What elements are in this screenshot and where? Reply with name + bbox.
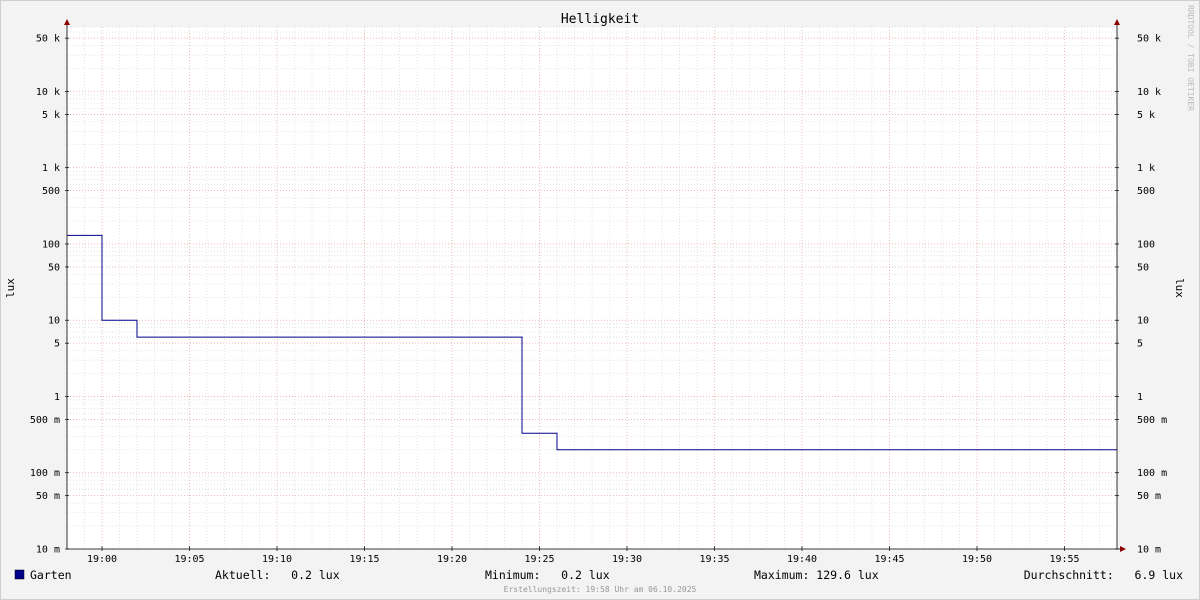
x-tick-label: 19:40	[787, 554, 817, 565]
chart: 19:00 19:05 19:10 19:15 19:20 19:25 19:30 19:35…	[4, 5, 1195, 594]
y-tick-label-left: 1 k	[42, 163, 60, 174]
x-tick-label: 19:55	[1049, 554, 1079, 565]
x-tick-label: 19:30	[612, 554, 642, 565]
y-tick-label-right: 5 k	[1137, 110, 1155, 121]
y-tick-label-left: 50 k	[36, 34, 60, 45]
legend-swatch	[14, 569, 25, 580]
watermark: RRDTOOL / TOBI OETIKER	[1186, 5, 1195, 111]
y-tick-label-right: 500 m	[1137, 415, 1167, 426]
y-tick-label-right: 1 k	[1137, 163, 1155, 174]
x-tick-label: 19:35	[699, 554, 729, 565]
y-tick-label-left: 50 m	[36, 491, 60, 502]
x-tick-label: 19:05	[174, 554, 204, 565]
y-tick-label-left: 100	[42, 239, 60, 250]
y-tick-label-left: 500	[42, 186, 60, 197]
legend-minimum: Minimum: 0.2 lux	[485, 568, 610, 582]
y-tick-label-left: 10	[48, 316, 60, 327]
y-tick-label-left: 5 k	[42, 110, 60, 121]
x-tick-label: 19:15	[349, 554, 379, 565]
x-tick-label: 19:25	[524, 554, 554, 565]
x-tick-label: 19:20	[437, 554, 467, 565]
y-axis-label-left: lux	[4, 278, 17, 298]
y-tick-label-right: 100	[1137, 239, 1155, 250]
y-tick-label-left: 50	[48, 262, 60, 273]
y-tick-label-right: 50 k	[1137, 34, 1161, 45]
y-tick-label-right: 10 m	[1137, 545, 1161, 556]
x-tick-label: 19:00	[87, 554, 117, 565]
y-axis-label-right: lux	[1173, 278, 1186, 298]
legend-aktuell: Aktuell: 0.2 lux	[215, 568, 340, 582]
legend-maximum: Maximum: 129.6 lux	[754, 568, 879, 582]
x-tick-label: 19:10	[262, 554, 292, 565]
y-tick-label-left: 500 m	[30, 415, 60, 426]
y-tick-label-right: 1	[1137, 392, 1143, 403]
y-axis-arrow-left	[64, 19, 70, 25]
y-tick-label-left: 100 m	[30, 468, 60, 479]
y-tick-label-right: 10	[1137, 316, 1149, 327]
legend-series-name: Garten	[30, 568, 72, 582]
y-tick-label-right: 100 m	[1137, 468, 1167, 479]
y-tick-label-right: 50	[1137, 262, 1149, 273]
x-tick-label: 19:45	[874, 554, 904, 565]
y-tick-label-right: 500	[1137, 186, 1155, 197]
legend-durchschnitt: Durchschnitt: 6.9 lux	[1024, 568, 1183, 582]
y-tick-label-left: 5	[54, 339, 60, 350]
chart-title: Helligkeit	[561, 12, 639, 27]
y-tick-label-left: 10 k	[36, 87, 60, 98]
x-tick-label: 19:50	[962, 554, 992, 565]
y-tick-label-left: 1	[54, 392, 60, 403]
footer-timestamp: Erstellungszeit: 19:58 Uhr am 06.10.2025	[504, 585, 697, 594]
y-tick-label-right: 5	[1137, 339, 1143, 350]
y-axis-arrow-right	[1114, 19, 1120, 25]
y-tick-label-right: 10 k	[1137, 87, 1161, 98]
x-axis-arrow	[1120, 546, 1126, 552]
y-tick-label-right: 50 m	[1137, 491, 1161, 502]
y-tick-label-left: 10 m	[36, 545, 60, 556]
